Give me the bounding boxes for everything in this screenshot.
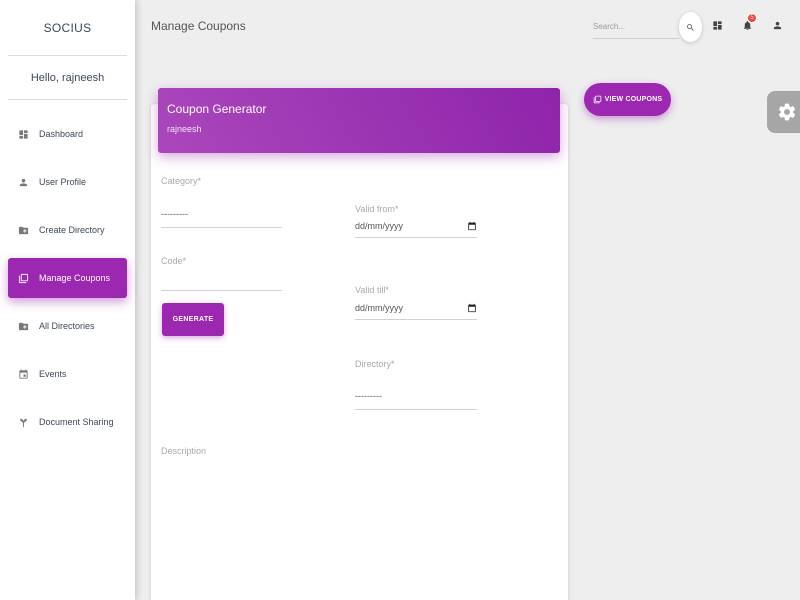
sidebar-item-all-directories[interactable]: All Directories: [8, 306, 127, 346]
search-icon: [687, 23, 694, 31]
notification-badge: 5: [747, 13, 757, 23]
sidebar-nav: Dashboard User Profile Create Directory …: [0, 114, 135, 442]
dashboard-icon: [712, 20, 722, 30]
dashboard-icon: [17, 128, 29, 140]
gear-icon: [778, 103, 796, 121]
sidebar-item-label: User Profile: [39, 177, 87, 187]
user-menu-button[interactable]: [770, 18, 784, 32]
valid-from-label: Valid from*: [355, 204, 399, 214]
calendar-icon[interactable]: [467, 221, 477, 231]
person-icon: [773, 21, 781, 29]
coupon-card: [151, 104, 568, 600]
settings-button[interactable]: [767, 91, 800, 133]
directory-label: Directory*: [355, 359, 395, 369]
user-greeting[interactable]: Hello, rajneesh: [0, 56, 135, 99]
valid-from-date-input[interactable]: dd/mm/yyyy: [355, 214, 477, 238]
sidebar-item-document-sharing[interactable]: Document Sharing: [8, 402, 127, 442]
sidebar-item-label: Dashboard: [39, 129, 84, 139]
code-input[interactable]: [161, 270, 282, 291]
library-icon: [593, 95, 602, 104]
card-header: Coupon Generator rajneesh: [158, 88, 560, 153]
code-label: Code*: [161, 256, 187, 266]
view-coupons-label: VIEW COUPONS: [604, 96, 663, 103]
page-title[interactable]: Manage Coupons: [151, 19, 246, 33]
search-button[interactable]: [679, 12, 702, 42]
sidebar-item-events[interactable]: Events: [8, 354, 127, 394]
search-field[interactable]: [593, 14, 679, 39]
sidebar-item-user-profile[interactable]: User Profile: [8, 162, 127, 202]
sidebar-item-label: Document Sharing: [39, 417, 114, 427]
calendar-icon: [17, 368, 29, 380]
folder-add-icon: [17, 224, 29, 236]
valid-till-label: Valid till*: [355, 285, 389, 295]
sidebar-item-dashboard[interactable]: Dashboard: [8, 114, 127, 154]
card-title: Coupon Generator: [167, 102, 267, 116]
view-coupons-button[interactable]: VIEW COUPONS: [584, 83, 671, 116]
sidebar: SOCIUS Hello, rajneesh Dashboard User Pr…: [0, 0, 135, 600]
category-select[interactable]: ---------: [161, 200, 282, 228]
divider: [8, 99, 127, 100]
person-icon: [17, 176, 29, 188]
library-icon: [17, 272, 29, 284]
directory-select[interactable]: ---------: [355, 383, 477, 410]
category-label: Category*: [161, 176, 202, 186]
sidebar-item-label: All Directories: [39, 321, 95, 331]
sidebar-item-label: Manage Coupons: [39, 273, 111, 283]
dashboard-button[interactable]: [710, 18, 724, 32]
sidebar-item-label: Events: [39, 369, 67, 379]
valid-till-date-input[interactable]: dd/mm/yyyy: [355, 296, 477, 320]
sidebar-item-manage-coupons[interactable]: Manage Coupons: [8, 258, 127, 298]
brand-logo[interactable]: SOCIUS: [0, 0, 135, 55]
sidebar-item-create-directory[interactable]: Create Directory: [8, 210, 127, 250]
folder-add-icon: [17, 320, 29, 332]
directory-value: ---------: [355, 391, 382, 401]
search-input[interactable]: [593, 14, 679, 38]
category-value: ---------: [161, 208, 188, 219]
share-icon: [17, 416, 29, 428]
description-label: Description: [161, 446, 207, 456]
valid-till-value: dd/mm/yyyy: [355, 302, 404, 313]
card-subtitle: rajneesh: [167, 124, 202, 134]
valid-from-value: dd/mm/yyyy: [355, 220, 404, 231]
sidebar-item-label: Create Directory: [39, 225, 105, 235]
generate-button[interactable]: GENERATE: [162, 303, 224, 336]
calendar-icon[interactable]: [467, 303, 477, 313]
